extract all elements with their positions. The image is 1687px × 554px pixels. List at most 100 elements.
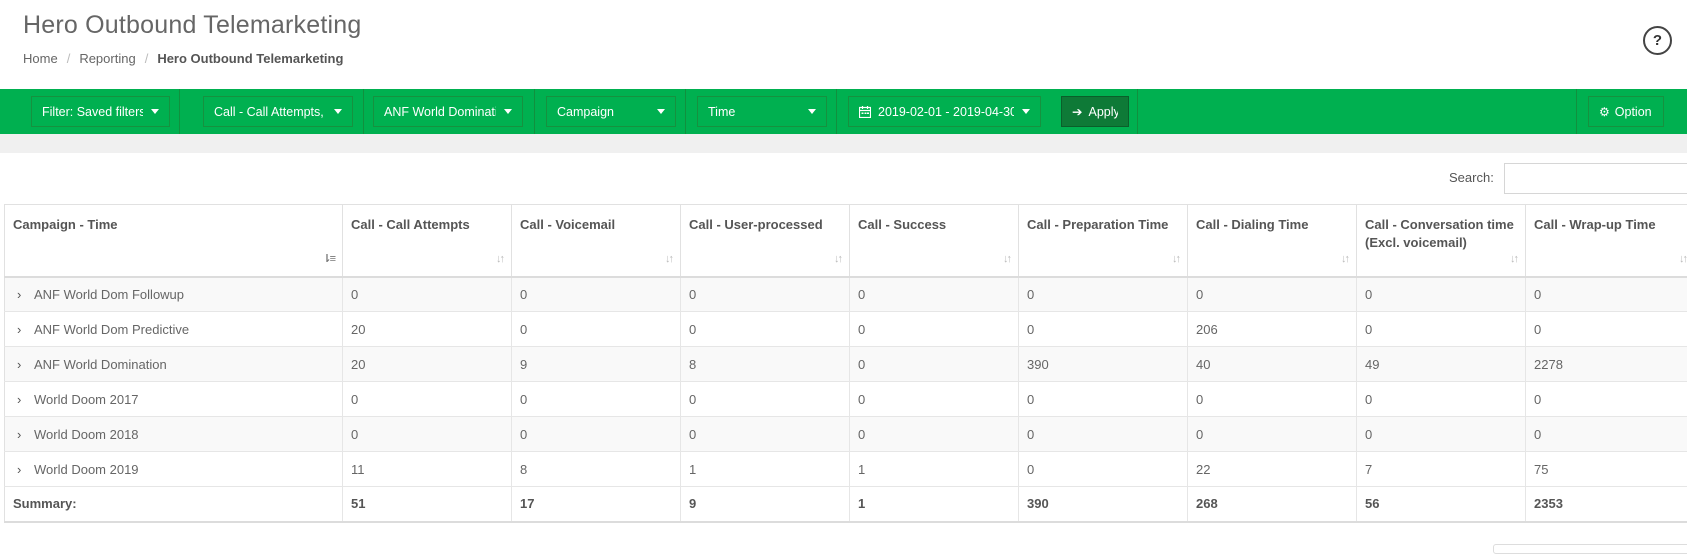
page-title: Hero Outbound Telemarketing	[23, 11, 361, 40]
column-header-user-processed[interactable]: Call - User-processed↓↑	[681, 205, 850, 277]
column-header-dialing-time[interactable]: Call - Dialing Time↓↑	[1188, 205, 1357, 277]
table-header-row: Campaign - Time⇂≡ Call - Call Attempts↓↑…	[5, 205, 1687, 277]
table-cell: 49	[1357, 347, 1526, 382]
column-header-call-attempts[interactable]: Call - Call Attempts↓↑	[343, 205, 512, 277]
chevron-right-icon[interactable]: ›	[17, 462, 31, 477]
group-by-campaign-dropdown[interactable]: Campaign	[546, 96, 676, 127]
campaign-name: World Doom 2017	[34, 392, 139, 407]
caret-down-icon	[151, 109, 159, 114]
column-header-campaign-time[interactable]: Campaign - Time⇂≡	[5, 205, 343, 277]
table-cell-campaign[interactable]: ›World Doom 2019	[5, 452, 343, 487]
table-cell: 0	[850, 312, 1019, 347]
breadcrumb-separator: /	[67, 51, 71, 66]
saved-filters-dropdown[interactable]: Filter: Saved filters	[31, 96, 170, 127]
page-header: Hero Outbound Telemarketing Home / Repor…	[0, 0, 1687, 89]
table-cell: 0	[1188, 417, 1357, 452]
breadcrumb-reporting[interactable]: Reporting	[79, 51, 135, 66]
report-toolbar: Filter: Saved filters Call - Call Attemp…	[0, 89, 1687, 134]
column-header-conversation-time[interactable]: Call - Conversation time (Excl. voicemai…	[1357, 205, 1526, 277]
column-header-success[interactable]: Call - Success↓↑	[850, 205, 1019, 277]
sort-icon: ↓↑	[834, 250, 841, 268]
column-header-preparation-time[interactable]: Call - Preparation Time↓↑	[1019, 205, 1188, 277]
table-cell: 0	[1357, 312, 1526, 347]
campaigns-dropdown[interactable]: ANF World Domination	[373, 96, 523, 127]
sort-icon: ↓↑	[1679, 250, 1686, 268]
column-header-wrap-up-time[interactable]: Call - Wrap-up Time ↓↑	[1526, 205, 1687, 277]
table-cell: 0	[681, 382, 850, 417]
toolbar-group-group1: Campaign	[535, 89, 686, 134]
table-row[interactable]: ›ANF World Dom Predictive 20 0 0 0 0 206…	[5, 312, 1687, 347]
breadcrumb-current: Hero Outbound Telemarketing	[157, 51, 343, 66]
column-header-label: Call - Success	[858, 217, 946, 232]
sort-icon: ↓↑	[1510, 250, 1517, 268]
table-cell: 0	[1357, 417, 1526, 452]
table-cell: 22	[1188, 452, 1357, 487]
sort-amount-icon: ⇂≡	[322, 250, 334, 268]
chevron-right-icon[interactable]: ›	[17, 322, 31, 337]
table-cell: 206	[1188, 312, 1357, 347]
help-button[interactable]: ?	[1643, 26, 1672, 55]
date-range-picker[interactable]: 2019-02-01 - 2019-04-30	[848, 96, 1041, 127]
group-by-time-dropdown[interactable]: Time	[697, 96, 827, 127]
table-cell: 0	[1019, 312, 1188, 347]
breadcrumb-home[interactable]: Home	[23, 51, 58, 66]
table-cell: 0	[850, 417, 1019, 452]
apply-button[interactable]: ➔ Apply	[1061, 96, 1129, 127]
table-cell: 0	[1019, 452, 1188, 487]
table-row[interactable]: ›ANF World Domination 20 9 8 0 390 40 49…	[5, 347, 1687, 382]
chevron-right-icon[interactable]: ›	[17, 287, 31, 302]
table-row[interactable]: ›ANF World Dom Followup 0 0 0 0 0 0 0 0	[5, 277, 1687, 312]
table-cell: 9	[512, 347, 681, 382]
caret-down-icon	[504, 109, 512, 114]
caret-down-icon	[334, 109, 342, 114]
report-table: Campaign - Time⇂≡ Call - Call Attempts↓↑…	[4, 204, 1687, 523]
table-cell: 0	[681, 417, 850, 452]
table-cell: 40	[1188, 347, 1357, 382]
summary-cell: 51	[343, 487, 512, 522]
summary-cell: 268	[1188, 487, 1357, 522]
summary-label: Summary:	[5, 487, 343, 522]
caret-down-icon	[657, 109, 665, 114]
table-cell: 11	[343, 452, 512, 487]
table-row[interactable]: ›World Doom 2018 0 0 0 0 0 0 0 0	[5, 417, 1687, 452]
table-cell: 0	[343, 382, 512, 417]
table-cell: 0	[343, 417, 512, 452]
table-cell: 1	[681, 452, 850, 487]
table-cell: 0	[1357, 277, 1526, 312]
table-cell-campaign[interactable]: ›ANF World Dom Predictive	[5, 312, 343, 347]
table-cell: 1	[850, 452, 1019, 487]
table-cell: 0	[681, 277, 850, 312]
table-cell: 0	[512, 312, 681, 347]
table-row[interactable]: ›World Doom 2019 11 8 1 1 0 22 7 75	[5, 452, 1687, 487]
table-cell-campaign[interactable]: ›World Doom 2017	[5, 382, 343, 417]
chevron-right-icon[interactable]: ›	[17, 357, 31, 372]
table-cell: 0	[512, 277, 681, 312]
table-cell: 0	[1526, 382, 1687, 417]
table-cell: 0	[1019, 277, 1188, 312]
table-cell-campaign[interactable]: ›ANF World Dom Followup	[5, 277, 343, 312]
toolbar-group-group2: Time	[686, 89, 837, 134]
option-label: Option	[1615, 105, 1653, 119]
table-cell: 20	[343, 347, 512, 382]
table-cell: 8	[681, 347, 850, 382]
metrics-dropdown[interactable]: Call - Call Attempts, Call - Voicemail	[203, 96, 353, 127]
metrics-label: Call - Call Attempts, Call - Voicemail	[214, 105, 326, 119]
chevron-right-icon[interactable]: ›	[17, 392, 31, 407]
table-cell: 0	[1188, 277, 1357, 312]
campaign-name: ANF World Dom Predictive	[34, 322, 189, 337]
search-label: Search:	[1449, 170, 1494, 185]
search-input[interactable]	[1504, 163, 1687, 194]
option-button[interactable]: ⚙ Option	[1588, 96, 1664, 127]
table-cell: 0	[1019, 382, 1188, 417]
table-cell: 0	[850, 347, 1019, 382]
column-header-label: Call - Wrap-up Time	[1534, 217, 1656, 232]
column-header-voicemail[interactable]: Call - Voicemail↓↑	[512, 205, 681, 277]
table-row[interactable]: ›World Doom 2017 0 0 0 0 0 0 0 0	[5, 382, 1687, 417]
table-cell-campaign[interactable]: ›ANF World Domination	[5, 347, 343, 382]
pagination[interactable]	[1493, 544, 1687, 554]
column-header-label: Call - Dialing Time	[1196, 217, 1308, 232]
table-cell-campaign[interactable]: ›World Doom 2018	[5, 417, 343, 452]
chevron-right-icon[interactable]: ›	[17, 427, 31, 442]
breadcrumb-separator: /	[145, 51, 149, 66]
column-header-label: Call - Voicemail	[520, 217, 615, 232]
